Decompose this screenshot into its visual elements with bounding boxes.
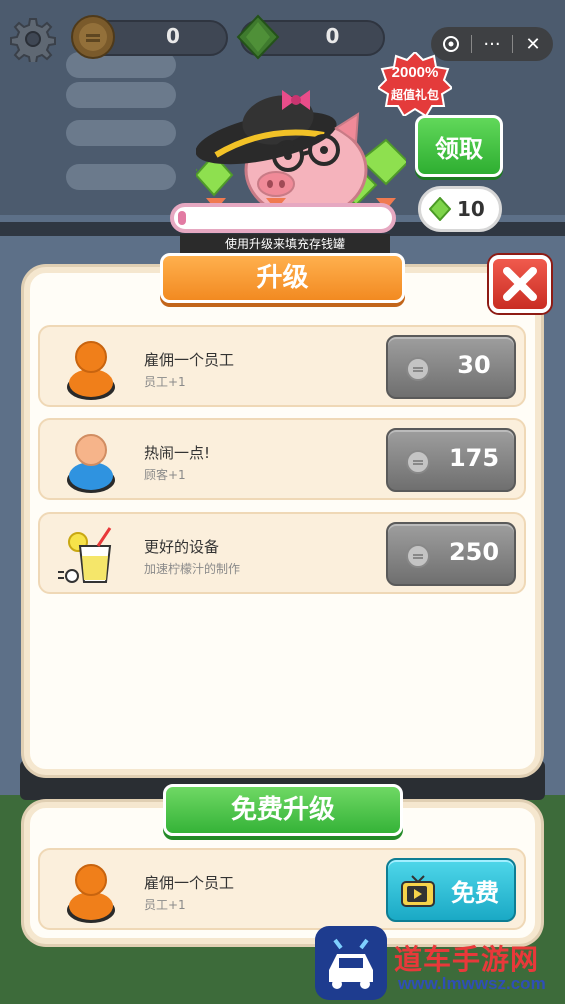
watermark-logo	[315, 926, 387, 1000]
gear-icon[interactable]	[10, 16, 56, 62]
close-icon[interactable]: ✕	[513, 27, 553, 61]
claim-button[interactable]: 领取	[415, 115, 503, 177]
upgrade-subtitle: 员工+1	[144, 375, 186, 389]
close-button[interactable]	[489, 255, 551, 313]
gem-icon	[429, 197, 451, 221]
video-ad-icon	[401, 875, 435, 907]
background-shelf	[66, 82, 176, 108]
employee-orange-icon	[67, 864, 115, 923]
upgrade-row-customer: 热闹一点! 顾客+1 175	[38, 418, 526, 500]
upgrade-title: 雇佣一个员工	[144, 874, 235, 892]
piggy-caption: 使用升级来填充存钱罐	[180, 234, 390, 254]
price-label: 30	[457, 351, 491, 379]
lemonade-icon	[58, 527, 112, 583]
gem-icon	[236, 14, 280, 60]
upgrade-title: 热闹一点!	[144, 444, 211, 462]
buy-button[interactable]: 30	[386, 335, 516, 399]
coin-icon	[406, 450, 430, 474]
close-icon	[503, 267, 537, 301]
upgrade-subtitle: 员工+1	[144, 898, 186, 912]
watermark-title: 道车手游网	[394, 943, 540, 976]
coin-icon	[406, 357, 430, 381]
coin-icon	[406, 544, 430, 568]
upgrade-row-employee: 雇佣一个员工 员工+1 30	[38, 325, 526, 407]
background-shelf	[66, 120, 176, 146]
upgrade-title: 更好的设备	[144, 538, 220, 556]
upgrade-subtitle: 加速柠檬汁的制作	[144, 562, 241, 576]
more-icon[interactable]: ···	[472, 27, 512, 61]
piggy-progress-bar	[170, 203, 396, 233]
background-shelf	[66, 164, 176, 190]
buy-button[interactable]: 250	[386, 522, 516, 586]
upgrade-title: 雇佣一个员工	[144, 351, 235, 369]
upgrade-row-equipment: 更好的设备 加速柠檬汁的制作 250	[38, 512, 526, 594]
gem-reward-amount: 10	[457, 197, 485, 221]
free-upgrade-title: 免费升级	[163, 784, 403, 836]
upgrade-title: 升级	[160, 253, 405, 303]
coin-icon	[71, 15, 115, 59]
price-label: 250	[448, 538, 500, 566]
customer-blue-icon	[67, 434, 115, 493]
free-button-label: 免费	[451, 879, 499, 907]
offer-badge-percent: 2000%	[391, 64, 439, 81]
piggy-progress-fill	[178, 211, 187, 225]
buy-button[interactable]: 175	[386, 428, 516, 492]
car-icon	[329, 938, 373, 989]
employee-orange-icon	[67, 341, 115, 400]
free-upgrade-button[interactable]: 免费	[386, 858, 516, 922]
price-label: 175	[448, 444, 500, 472]
upgrade-subtitle: 顾客+1	[144, 468, 186, 482]
free-upgrade-row: 雇佣一个员工 员工+1 免费	[38, 848, 526, 930]
watermark-url: www.lmwwsz.com	[398, 974, 546, 993]
gem-reward-pill: 10	[418, 186, 502, 232]
piggy-bank-icon	[196, 90, 406, 220]
